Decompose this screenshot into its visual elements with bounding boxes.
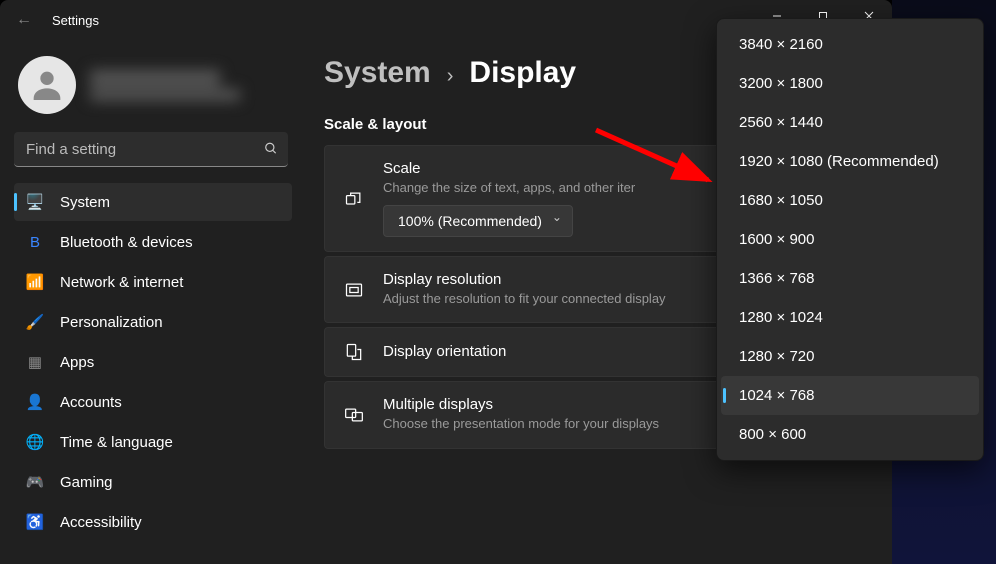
nav-icon: B: [26, 233, 44, 251]
resolution-option[interactable]: 1024 × 768: [721, 376, 979, 415]
nav-icon: 🖥️: [26, 193, 44, 211]
nav-icon: 📶: [26, 273, 44, 291]
sidebar-item-bluetooth-devices[interactable]: B Bluetooth & devices: [14, 223, 292, 261]
nav-label: Gaming: [60, 474, 113, 491]
window-title: Settings: [52, 13, 99, 28]
resolution-option[interactable]: 1920 × 1080 (Recommended): [721, 142, 979, 181]
nav-label: Accounts: [60, 394, 122, 411]
nav-label: Accessibility: [60, 514, 142, 531]
back-button[interactable]: ←: [12, 8, 36, 32]
nav-label: Network & internet: [60, 274, 183, 291]
scale-dropdown[interactable]: 100% (Recommended): [383, 205, 573, 237]
nav-label: Personalization: [60, 314, 163, 331]
resolution-icon: [343, 280, 365, 300]
nav-label: System: [60, 194, 110, 211]
nav-icon: 🎮: [26, 473, 44, 491]
nav-icon: 🌐: [26, 433, 44, 451]
nav-icon: 👤: [26, 393, 44, 411]
resolution-option[interactable]: 1680 × 1050: [721, 181, 979, 220]
sidebar-item-network-internet[interactable]: 📶 Network & internet: [14, 263, 292, 301]
profile-name: [90, 70, 220, 86]
nav-label: Bluetooth & devices: [60, 234, 193, 251]
nav-icon: 🖌️: [26, 313, 44, 331]
profile-block[interactable]: [14, 48, 292, 132]
sidebar-item-gaming[interactable]: 🎮 Gaming: [14, 463, 292, 501]
breadcrumb-parent[interactable]: System: [324, 56, 431, 90]
search-box: [14, 132, 288, 167]
resolution-option[interactable]: 1280 × 720: [721, 337, 979, 376]
search-input[interactable]: [14, 132, 288, 167]
nav-icon: ▦: [26, 353, 44, 371]
multiple-displays-icon: [343, 405, 365, 425]
breadcrumb-sep: ›: [447, 65, 454, 88]
sidebar: 🖥️ System B Bluetooth & devices 📶 Network & i…: [0, 40, 300, 564]
resolution-option[interactable]: 1600 × 900: [721, 220, 979, 259]
resolution-option[interactable]: 3840 × 2160: [721, 25, 979, 64]
sidebar-item-apps[interactable]: ▦ Apps: [14, 343, 292, 381]
sidebar-item-personalization[interactable]: 🖌️ Personalization: [14, 303, 292, 341]
profile-text: [90, 70, 240, 101]
sidebar-nav: 🖥️ System B Bluetooth & devices 📶 Network & i…: [14, 183, 292, 541]
resolution-flyout: 3840 × 21603200 × 18002560 × 14401920 × …: [716, 18, 984, 461]
profile-email: [90, 89, 240, 101]
resolution-option[interactable]: 1280 × 1024: [721, 298, 979, 337]
sidebar-item-accounts[interactable]: 👤 Accounts: [14, 383, 292, 421]
nav-label: Time & language: [60, 434, 173, 451]
search-icon: [264, 141, 278, 158]
nav-icon: ♿: [26, 513, 44, 531]
avatar: [18, 56, 76, 114]
resolution-option[interactable]: 3200 × 1800: [721, 64, 979, 103]
orientation-icon: [343, 342, 365, 362]
sidebar-item-system[interactable]: 🖥️ System: [14, 183, 292, 221]
resolution-option[interactable]: 800 × 600: [721, 415, 979, 454]
scale-icon: [343, 189, 365, 209]
breadcrumb-current: Display: [469, 56, 576, 90]
sidebar-item-time-language[interactable]: 🌐 Time & language: [14, 423, 292, 461]
resolution-option[interactable]: 2560 × 1440: [721, 103, 979, 142]
sidebar-item-accessibility[interactable]: ♿ Accessibility: [14, 503, 292, 541]
resolution-option[interactable]: 1366 × 768: [721, 259, 979, 298]
nav-label: Apps: [60, 354, 94, 371]
